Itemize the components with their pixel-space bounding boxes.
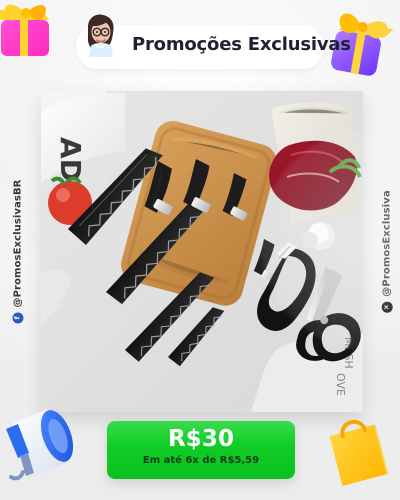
- price-box[interactable]: R$30 Em até 6x de R$5,59: [107, 421, 295, 479]
- x-icon: ×: [381, 301, 393, 313]
- svg-text:OVE: OVE: [334, 373, 347, 396]
- page-title: Promoções Exclusivas: [132, 34, 351, 55]
- right-social-text: @PromosExclusiva: [381, 190, 393, 297]
- megaphone-icon: [6, 409, 74, 481]
- left-social-text: @PromosExclusivasBR: [12, 179, 24, 308]
- gift-left-icon: [0, 4, 49, 56]
- promo-page: Promoções Exclusivas ADE MESH OVE f @Pro…: [0, 0, 400, 500]
- left-social-handle: f @PromosExclusivasBR: [12, 179, 24, 324]
- hero-illustration: ADE MESH OVE: [41, 91, 363, 412]
- avatar: [88, 14, 114, 57]
- right-social-handle: × @PromosExclusiva: [381, 190, 393, 313]
- installment-text: Em até 6x de R$5,59: [142, 455, 260, 466]
- svg-text:MESH: MESH: [342, 337, 355, 369]
- facebook-icon: f: [12, 312, 24, 324]
- hero-product-image: ADE MESH OVE: [41, 91, 363, 412]
- price-value: R$30: [167, 426, 235, 452]
- shopping-bag-icon: [329, 419, 389, 486]
